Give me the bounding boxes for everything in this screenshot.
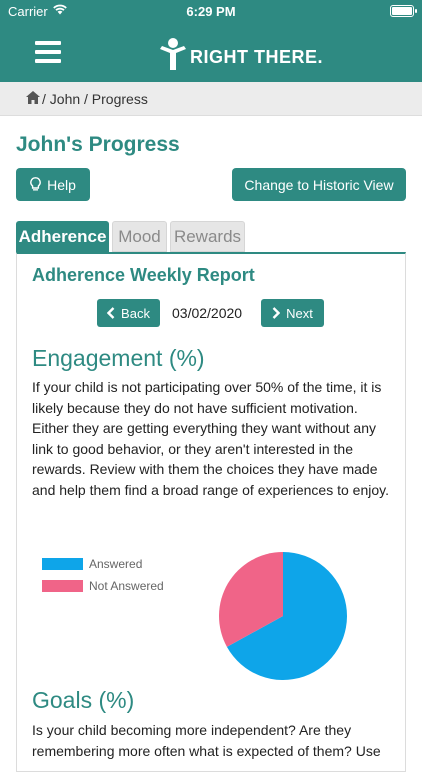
legend-label-answered: Answered (89, 557, 143, 571)
status-bar: Carrier 6:29 PM (0, 0, 422, 22)
home-icon[interactable] (26, 91, 40, 104)
breadcrumb-path: / John / Progress (42, 91, 148, 107)
battery-icon (390, 5, 417, 17)
engagement-heading: Engagement (%) (32, 345, 205, 371)
historic-view-button[interactable]: Change to Historic View (232, 168, 406, 201)
page-title: John's Progress (16, 133, 180, 156)
legend-item-not-answered[interactable]: Not Answered (42, 579, 164, 593)
engagement-pie-chart (219, 552, 347, 680)
app-header: RIGHT THERE. (0, 22, 422, 82)
legend-swatch-not-answered (42, 580, 83, 592)
help-button[interactable]: Help (16, 168, 90, 201)
logo-text: RIGHT THERE. (190, 47, 324, 67)
tab-rewards[interactable]: Rewards (170, 221, 245, 252)
logo-figure-icon (160, 38, 186, 70)
status-time: 6:29 PM (186, 4, 236, 19)
chevron-right-icon (272, 307, 281, 319)
goals-heading: Goals (%) (32, 687, 135, 713)
next-button-label: Next (286, 305, 313, 321)
engagement-description: If your child is not participating over … (32, 379, 389, 498)
tab-adherence[interactable]: Adherence (16, 221, 109, 252)
help-button-label: Help (47, 176, 76, 193)
next-button[interactable]: Next (261, 299, 324, 327)
legend-swatch-answered (42, 558, 83, 570)
historic-view-label: Change to Historic View (244, 176, 394, 193)
back-button[interactable]: Back (97, 299, 160, 327)
breadcrumb: / John / Progress (0, 82, 422, 116)
app-logo: RIGHT THERE. (158, 35, 323, 71)
goals-description: Is your child becoming more independent?… (32, 722, 381, 759)
back-button-label: Back (121, 305, 150, 321)
legend-item-answered[interactable]: Answered (42, 557, 142, 571)
lightbulb-icon (30, 177, 41, 191)
report-title: Adherence Weekly Report (32, 265, 255, 285)
menu-icon[interactable] (35, 41, 61, 63)
report-date: 03/02/2020 (172, 305, 243, 321)
tab-mood[interactable]: Mood (112, 221, 167, 252)
chevron-left-icon (107, 307, 115, 319)
legend-label-not-answered: Not Answered (89, 579, 164, 593)
